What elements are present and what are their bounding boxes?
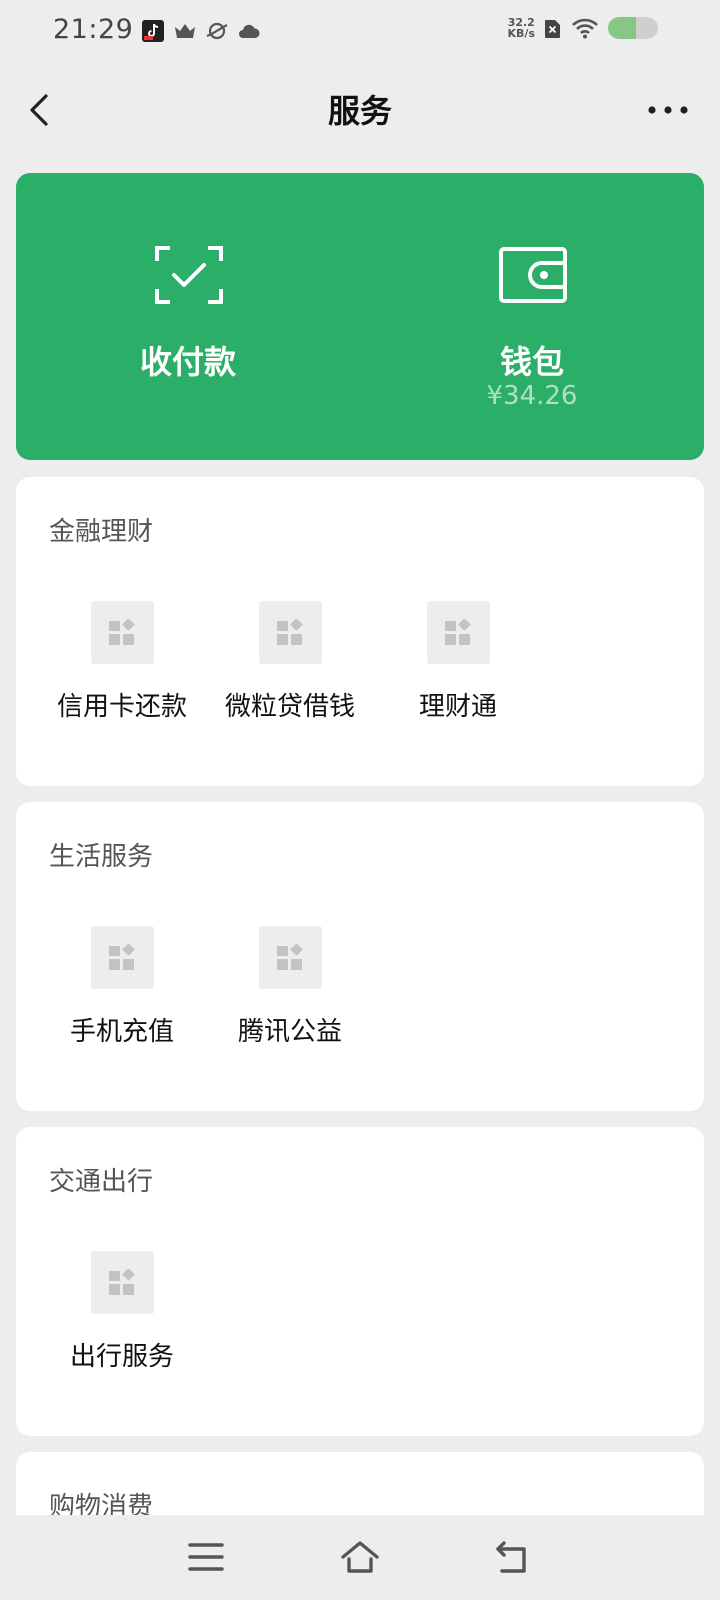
service-item-wealth-management[interactable]: 理财通 bbox=[374, 601, 542, 723]
section-title: 生活服务 bbox=[49, 842, 154, 872]
service-item-credit-card-repayment[interactable]: 信用卡还款 bbox=[38, 601, 206, 723]
planet-icon bbox=[206, 22, 228, 40]
cloud-icon bbox=[239, 24, 260, 38]
section-title: 金融理财 bbox=[49, 517, 154, 547]
section-finance: 金融理财 信用卡还款 微粒贷借钱 理财通 bbox=[16, 477, 704, 786]
network-speed: 32.2 KB/s bbox=[508, 17, 535, 39]
collect-pay-label: 收付款 bbox=[139, 343, 236, 381]
wallet-label: 钱包 bbox=[499, 343, 564, 381]
service-placeholder-icon bbox=[258, 926, 322, 989]
pay-card: 收付款 钱包 ¥34.26 bbox=[16, 173, 704, 460]
service-label: 微粒贷借钱 bbox=[224, 692, 355, 722]
notification-icons bbox=[141, 19, 261, 43]
back-icon[interactable] bbox=[494, 1537, 534, 1577]
wallet-button[interactable]: 钱包 ¥34.26 bbox=[360, 173, 704, 460]
service-item-travel-services[interactable]: 出行服务 bbox=[38, 1251, 206, 1373]
service-label: 理财通 bbox=[418, 692, 497, 722]
service-placeholder-icon bbox=[90, 926, 154, 989]
service-placeholder-icon bbox=[90, 1251, 154, 1314]
status-bar: 21:29 32.2 KB/s bbox=[0, 0, 720, 64]
home-icon[interactable] bbox=[340, 1537, 380, 1577]
nav-bar: 服务 bbox=[0, 64, 720, 156]
section-title: 交通出行 bbox=[49, 1167, 154, 1197]
battery-fill bbox=[608, 17, 636, 39]
service-placeholder-icon bbox=[258, 601, 322, 664]
service-item-mobile-topup[interactable]: 手机充值 bbox=[38, 926, 206, 1048]
page-title: 服务 bbox=[327, 92, 392, 130]
tiktok-icon bbox=[142, 20, 164, 42]
section-transportation: 交通出行 出行服务 bbox=[16, 1127, 704, 1436]
sim-disabled-icon bbox=[545, 20, 560, 38]
status-right-icons: 32.2 KB/s bbox=[508, 17, 658, 39]
service-label: 信用卡还款 bbox=[56, 692, 187, 722]
service-item-weilidai-loan[interactable]: 微粒贷借钱 bbox=[206, 601, 374, 723]
menu-icon[interactable] bbox=[186, 1537, 226, 1577]
wifi-icon bbox=[572, 18, 598, 39]
service-label: 出行服务 bbox=[69, 1342, 174, 1372]
service-placeholder-icon bbox=[90, 601, 154, 664]
battery-indicator bbox=[608, 17, 658, 39]
status-time: 21:29 bbox=[53, 14, 134, 45]
collect-pay-button[interactable]: 收付款 bbox=[16, 173, 360, 460]
service-label: 手机充值 bbox=[69, 1017, 174, 1047]
wallet-balance: ¥34.26 bbox=[486, 381, 578, 411]
service-placeholder-icon bbox=[426, 601, 490, 664]
network-speed-unit: KB/s bbox=[507, 27, 535, 40]
scan-check-icon bbox=[155, 246, 223, 304]
service-label: 腾讯公益 bbox=[237, 1017, 342, 1047]
section-life-services: 生活服务 手机充值 腾讯公益 bbox=[16, 802, 704, 1111]
crown-icon bbox=[175, 24, 195, 38]
wechat-services-screen: 21:29 32.2 KB/s 服务 收付款 钱包 ¥34.26 金融理财 信用… bbox=[0, 0, 720, 1600]
wallet-icon bbox=[499, 247, 567, 303]
system-nav-bar bbox=[0, 1515, 720, 1600]
service-item-tencent-charity[interactable]: 腾讯公益 bbox=[206, 926, 374, 1048]
more-options-icon[interactable] bbox=[646, 98, 690, 122]
